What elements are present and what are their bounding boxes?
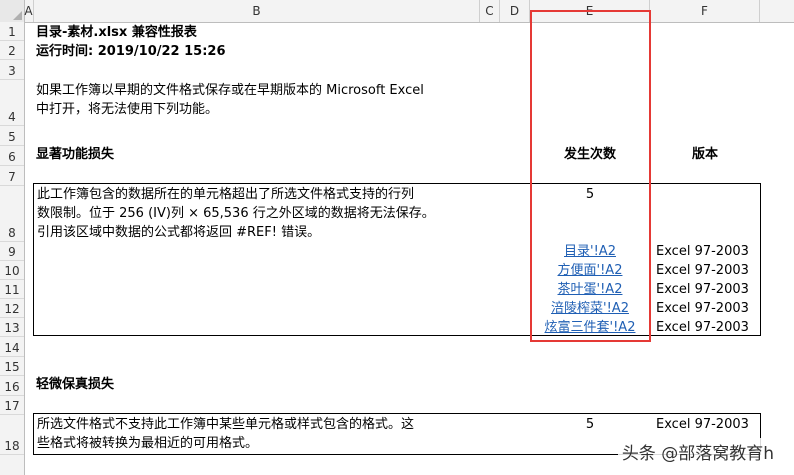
intro-text-line2[interactable]: 中打开，将无法使用下列功能。 — [36, 102, 218, 118]
row-header[interactable]: 6 — [0, 146, 24, 166]
issue2-text-line2[interactable]: 些格式将被转换为最相近的可用格式。 — [37, 436, 258, 452]
row-header[interactable]: 3 — [0, 60, 24, 80]
row-header[interactable]: 4 — [0, 80, 24, 126]
row-header-column: 1 2 3 4 5 6 7 8 9 10 11 12 13 14 15 16 1… — [0, 22, 25, 475]
row-header[interactable]: 2 — [0, 41, 24, 60]
link-version[interactable]: Excel 97-2003 — [656, 244, 749, 260]
select-all-corner[interactable] — [0, 0, 25, 22]
row-header[interactable]: 16 — [0, 376, 24, 396]
row-header[interactable]: 12 — [0, 299, 24, 318]
link-version[interactable]: Excel 97-2003 — [656, 263, 749, 279]
version-header[interactable]: 版本 — [650, 147, 760, 163]
column-header-d[interactable]: D — [500, 0, 530, 22]
column-header-c[interactable]: C — [480, 0, 500, 22]
row-header[interactable]: 11 — [0, 280, 24, 299]
column-header-row: A B C D E F — [0, 0, 794, 23]
row-header[interactable]: 15 — [0, 357, 24, 376]
issue1-text-line2[interactable]: 数限制。位于 256 (IV)列 × 65,536 行之外区域的数据将无法保存。 — [37, 206, 435, 222]
row-header[interactable]: 5 — [0, 126, 24, 146]
column-header-a[interactable]: A — [24, 0, 34, 22]
issue1-text-line3[interactable]: 引用该区域中数据的公式都将返回 #REF! 错误。 — [37, 225, 320, 241]
intro-text-line1[interactable]: 如果工作簿以早期的文件格式保存或在早期版本的 Microsoft Excel — [36, 83, 424, 99]
column-header-f[interactable]: F — [650, 0, 760, 22]
link-version[interactable]: Excel 97-2003 — [656, 301, 749, 317]
issue2-version[interactable]: Excel 97-2003 — [656, 417, 749, 433]
column-header-b[interactable]: B — [34, 0, 480, 22]
row-header[interactable]: 18 — [0, 415, 24, 455]
link-version[interactable]: Excel 97-2003 — [656, 282, 749, 298]
issue2-text-line1[interactable]: 所选文件格式不支持此工作簿中某些单元格或样式包含的格式。这 — [37, 417, 414, 433]
section-minor-loss[interactable]: 轻微保真损失 — [36, 377, 114, 393]
issue1-text-line1[interactable]: 此工作簿包含的数据所在的单元格超出了所选文件格式支持的行列 — [37, 187, 414, 203]
row-header[interactable]: 17 — [0, 396, 24, 415]
row-header[interactable]: 14 — [0, 337, 24, 357]
column-e-highlight — [530, 10, 651, 342]
row-header[interactable]: 9 — [0, 242, 24, 261]
report-runtime[interactable]: 运行时间: 2019/10/22 15:26 — [36, 44, 226, 60]
row-header[interactable]: 13 — [0, 318, 24, 337]
report-title[interactable]: 目录-素材.xlsx 兼容性报表 — [36, 25, 197, 41]
row-header[interactable]: 8 — [0, 186, 24, 242]
section-significant-loss[interactable]: 显著功能损失 — [36, 147, 114, 163]
row-header[interactable]: 10 — [0, 261, 24, 280]
row-header[interactable]: 1 — [0, 22, 24, 41]
watermark: 头条 @部落窝教育h — [617, 438, 778, 465]
row-header[interactable]: 7 — [0, 166, 24, 186]
issue2-count[interactable]: 5 — [530, 417, 650, 433]
link-version[interactable]: Excel 97-2003 — [656, 320, 749, 336]
